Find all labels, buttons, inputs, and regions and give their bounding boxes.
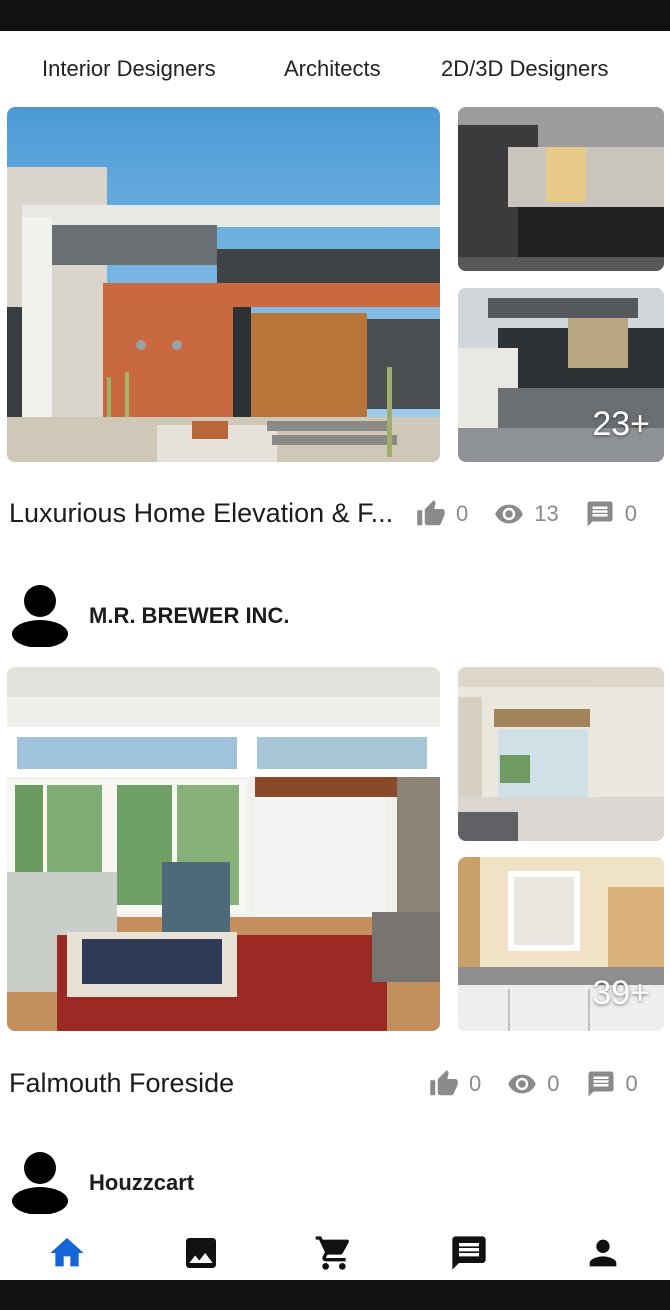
- chat-icon: [452, 1236, 486, 1270]
- project-main-photo[interactable]: [7, 667, 440, 1031]
- designer-name[interactable]: M.R. BREWER INC.: [89, 603, 289, 629]
- designer-row[interactable]: M.R. BREWER INC.: [10, 585, 289, 648]
- comments-stat[interactable]: 0: [586, 1069, 664, 1099]
- avatar: [10, 1152, 70, 1215]
- eye-icon: [495, 504, 523, 524]
- designer-row[interactable]: Houzzcart: [10, 1152, 194, 1215]
- nav-home[interactable]: [45, 1231, 89, 1275]
- category-tabs: Interior Designers Architects 2D/3D Desi…: [0, 31, 670, 107]
- nav-messages[interactable]: [447, 1231, 491, 1275]
- project-side-photo-top[interactable]: [458, 667, 664, 841]
- project-title[interactable]: Falmouth Foreside: [9, 1068, 234, 1099]
- designer-name[interactable]: Houzzcart: [89, 1170, 194, 1196]
- more-photos-count: 39+: [592, 974, 650, 1012]
- tab-architects[interactable]: Architects: [284, 56, 381, 82]
- project-stats: 0 0 0: [429, 1069, 664, 1099]
- project-title[interactable]: Luxurious Home Elevation & F...: [9, 498, 393, 529]
- views-stat: 13: [494, 499, 584, 529]
- comments-count: 0: [625, 1071, 638, 1096]
- system-navigation-bar: [0, 1280, 670, 1310]
- tab-interior-designers[interactable]: Interior Designers: [42, 56, 216, 82]
- comments-stat[interactable]: 0: [585, 499, 663, 529]
- project-side-photo-bottom[interactable]: 39+: [458, 857, 664, 1031]
- thumb-up-icon: [430, 1070, 458, 1096]
- comment-icon: [587, 501, 613, 527]
- project-stats: 0 13 0: [416, 499, 663, 529]
- likes-count: 0: [469, 1071, 482, 1096]
- likes-stat[interactable]: 0: [429, 1069, 507, 1099]
- person-avatar-icon: [12, 585, 68, 648]
- eye-icon: [508, 1074, 536, 1094]
- status-bar: [0, 0, 670, 31]
- cart-icon: [315, 1236, 350, 1270]
- likes-count: 0: [456, 501, 469, 526]
- comment-icon: [588, 1071, 613, 1097]
- person-icon: [589, 1239, 617, 1267]
- avatar: [10, 585, 70, 648]
- nav-shop[interactable]: [312, 1231, 356, 1275]
- home-icon: [50, 1238, 84, 1267]
- project-side-photo-bottom[interactable]: 23+: [458, 288, 664, 462]
- project-main-photo[interactable]: [7, 107, 440, 462]
- thumb-up-icon: [417, 500, 445, 526]
- more-photos-count: 23+: [592, 405, 650, 443]
- nav-gallery[interactable]: [179, 1231, 223, 1275]
- views-count: 13: [534, 501, 559, 526]
- views-count: 0: [547, 1071, 560, 1096]
- project-side-photo-top[interactable]: [458, 107, 664, 271]
- image-icon: [186, 1238, 216, 1268]
- person-avatar-icon: [12, 1152, 68, 1215]
- nav-profile[interactable]: [581, 1231, 625, 1275]
- views-stat: 0: [507, 1069, 585, 1099]
- comments-count: 0: [624, 501, 637, 526]
- project-feed[interactable]: 23+ Luxurious Home Elevation & F... 0 13…: [0, 107, 670, 1225]
- tab-2d-3d-designers[interactable]: 2D/3D Designers: [441, 56, 609, 82]
- bottom-navigation: [0, 1225, 670, 1280]
- likes-stat[interactable]: 0: [416, 499, 494, 529]
